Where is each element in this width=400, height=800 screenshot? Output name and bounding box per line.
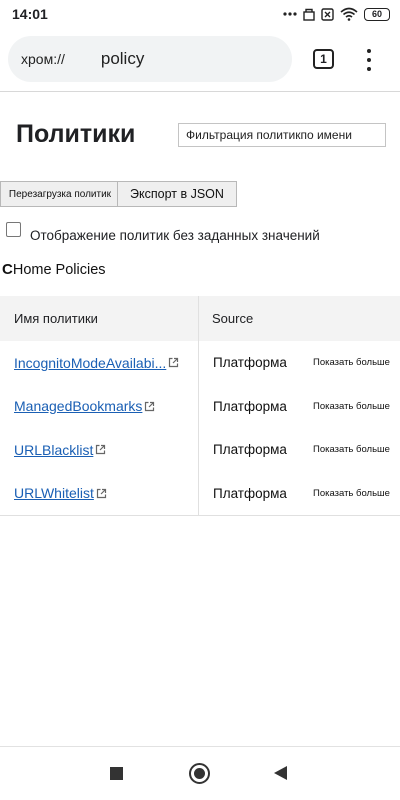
table-row: IncognitoModeAvailabi... Платформа Показ… — [0, 341, 400, 385]
table-row: ManagedBookmarks Платформа Показать боль… — [0, 384, 400, 429]
policy-source-cell: Платформа — [213, 355, 287, 371]
policy-name-cell: URLWhitelist — [0, 471, 199, 515]
policy-link[interactable]: IncognitoModeAvailabi... — [14, 355, 166, 371]
system-nav-bar — [0, 747, 400, 800]
policy-link[interactable]: ManagedBookmarks — [14, 398, 142, 414]
overflow-menu-icon[interactable] — [362, 48, 376, 72]
open-external-icon[interactable] — [144, 401, 155, 412]
url-path: policy — [100, 49, 145, 68]
show-unset-checkbox[interactable] — [6, 221, 21, 237]
more-dots-icon — [283, 12, 297, 16]
battery-icon: 60 — [364, 7, 390, 21]
show-more-link[interactable]: Показать больше — [299, 428, 390, 472]
table-row: URLWhitelist Платформа Показать больше — [0, 471, 400, 516]
column-header-name: Имя политики — [0, 296, 199, 341]
section-title-text: Home Policies — [12, 262, 106, 278]
status-icons: 60 — [283, 7, 390, 21]
recents-icon[interactable] — [110, 767, 123, 780]
back-icon[interactable] — [274, 766, 287, 780]
policy-filter-input[interactable] — [178, 123, 386, 147]
reload-policies-button[interactable]: Перезагрузка политик — [0, 181, 120, 207]
show-unset-row: Отображение политик без заданных значени… — [6, 215, 320, 243]
column-header-source: Source — [212, 311, 254, 326]
policy-name-cell: URLBlacklist — [0, 428, 199, 472]
table-row: URLBlacklist Платформа Показать больше — [0, 428, 400, 472]
url-scheme: хром:// — [21, 51, 65, 67]
policy-source-cell: Платформа — [213, 442, 287, 458]
show-more-link[interactable]: Показать больше — [299, 341, 390, 385]
export-json-button[interactable]: Экспорт в JSON — [117, 181, 237, 207]
policy-link[interactable]: URLBlacklist — [14, 442, 93, 458]
status-time: 14:01 — [12, 6, 48, 22]
tab-switcher-button[interactable]: 1 — [313, 49, 334, 69]
show-more-link[interactable]: Показать больше — [299, 472, 390, 516]
wifi-icon — [340, 7, 358, 21]
page-title: Политики — [16, 120, 136, 148]
open-external-icon[interactable] — [168, 357, 179, 368]
table-divider — [0, 515, 400, 516]
home-icon[interactable] — [189, 763, 210, 784]
status-bar: 14:01 60 — [0, 0, 400, 28]
table-header: Имя политики Source — [0, 296, 400, 341]
policy-source-cell: Платформа — [213, 398, 287, 414]
open-external-icon[interactable] — [96, 488, 107, 499]
policy-table: Имя политики Source IncognitoModeAvailab… — [0, 296, 400, 516]
toolbar-divider — [0, 91, 400, 92]
section-title: CHome Policies — [2, 261, 106, 278]
policy-name-cell: ManagedBookmarks — [0, 384, 199, 428]
policy-link[interactable]: URLWhitelist — [14, 485, 94, 501]
open-external-icon[interactable] — [95, 444, 106, 455]
url-bar[interactable]: хром:// policy — [8, 36, 292, 82]
no-sim-icon — [321, 7, 334, 21]
policy-source-cell: Платформа — [213, 485, 287, 501]
section-initial: C — [2, 261, 13, 278]
show-more-link[interactable]: Показать больше — [299, 385, 390, 429]
browser-toolbar: хром:// policy 1 — [0, 30, 400, 90]
recorder-icon — [303, 8, 315, 21]
policy-name-cell: IncognitoModeAvailabi... — [0, 341, 199, 385]
show-unset-label[interactable]: Отображение политик без заданных значени… — [30, 228, 320, 243]
